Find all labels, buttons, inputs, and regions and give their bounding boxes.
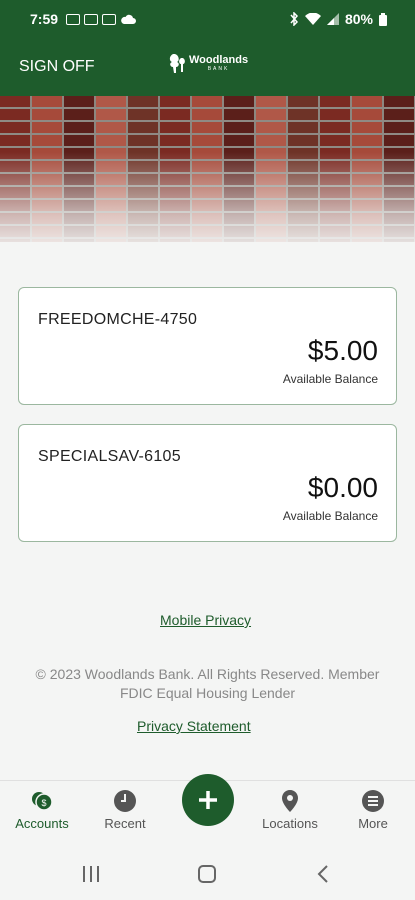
nav-locations-label: Locations bbox=[262, 816, 318, 831]
hero-fade bbox=[0, 242, 415, 256]
back-icon bbox=[317, 865, 328, 883]
account-balance: $0.00 bbox=[307, 472, 378, 503]
plus-icon bbox=[199, 791, 217, 809]
nav-accounts[interactable]: $ Accounts bbox=[2, 781, 82, 847]
svg-text:$: $ bbox=[41, 798, 46, 808]
status-bar: 7:59 80% bbox=[0, 0, 415, 38]
signal-icon bbox=[326, 13, 339, 25]
nav-more-label: More bbox=[358, 816, 388, 831]
status-time: 7:59 bbox=[30, 11, 59, 27]
sync-icon bbox=[66, 13, 81, 25]
home-button[interactable] bbox=[187, 860, 227, 888]
gallery-icon bbox=[84, 13, 99, 25]
sign-off-button[interactable]: SIGN OFF bbox=[19, 58, 95, 76]
available-balance-label: Available Balance bbox=[282, 509, 378, 523]
recent-apps-icon bbox=[83, 866, 99, 882]
logo-name: Woodlands bbox=[189, 53, 249, 66]
status-right: 80% bbox=[289, 11, 387, 27]
privacy-statement-link[interactable]: Privacy Statement bbox=[137, 718, 251, 734]
back-button[interactable] bbox=[303, 860, 343, 888]
tree-logo-icon bbox=[169, 54, 185, 73]
notification-icons bbox=[66, 13, 137, 25]
hero-banner-image bbox=[0, 96, 415, 256]
wifi-icon bbox=[304, 13, 321, 25]
woodlands-bank-logo: Woodlands BANK bbox=[167, 52, 248, 74]
battery-icon bbox=[379, 12, 387, 26]
battery-percent: 80% bbox=[344, 11, 373, 27]
account-card[interactable]: SPECIALSAV-6105 $0.00 Available Balance bbox=[18, 424, 397, 542]
location-pin-icon bbox=[282, 790, 298, 812]
clock-icon bbox=[114, 790, 136, 812]
copyright-text: © 2023 Woodlands Bank. All Rights Reserv… bbox=[35, 666, 380, 701]
nav-more[interactable]: More bbox=[333, 781, 413, 847]
accounts-coins-icon: $ bbox=[32, 792, 53, 811]
account-name: FREEDOMCHE-4750 bbox=[38, 311, 198, 328]
nav-accounts-label: Accounts bbox=[15, 816, 69, 831]
logo-sub: BANK bbox=[207, 65, 230, 72]
menu-icon bbox=[362, 790, 384, 812]
nav-recent-label: Recent bbox=[104, 816, 146, 831]
cloud-icon bbox=[121, 14, 137, 24]
mobile-privacy-link[interactable]: Mobile Privacy bbox=[160, 612, 251, 628]
recent-apps-button[interactable] bbox=[71, 860, 111, 888]
home-icon bbox=[198, 865, 216, 883]
available-balance-label: Available Balance bbox=[282, 372, 378, 386]
account-card[interactable]: FREEDOMCHE-4750 $5.00 Available Balance bbox=[18, 287, 397, 405]
nav-locations[interactable]: Locations bbox=[250, 781, 330, 847]
system-navigation-bar bbox=[0, 846, 415, 900]
account-name: SPECIALSAV-6105 bbox=[38, 448, 181, 465]
add-button[interactable] bbox=[182, 774, 234, 826]
bluetooth-icon bbox=[290, 12, 298, 26]
nav-recent[interactable]: Recent bbox=[85, 781, 165, 847]
image-icon bbox=[102, 13, 117, 25]
account-balance: $5.00 bbox=[307, 335, 378, 366]
app-header: SIGN OFF Woodlands BANK bbox=[0, 38, 415, 96]
